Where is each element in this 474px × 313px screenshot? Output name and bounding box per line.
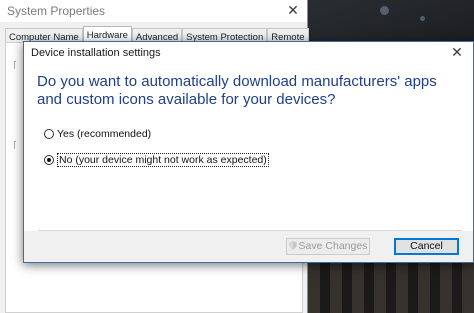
dialog-footer: Save Changes Cancel: [24, 231, 473, 262]
cancel-button[interactable]: Cancel: [394, 238, 459, 255]
radio-yes[interactable]: [44, 129, 54, 139]
uac-shield-icon: [288, 241, 297, 250]
dialog-title: Device installation settings: [31, 47, 161, 59]
dialog-titlebar: Device installation settings ✕: [24, 42, 473, 64]
option-no-label[interactable]: No (your device might not work as expect…: [57, 153, 269, 167]
dialog-question: Do you want to automatically download ma…: [37, 73, 437, 108]
background-light: [380, 6, 389, 15]
group-box-edge: [14, 141, 16, 149]
radio-no[interactable]: [44, 155, 54, 165]
save-changes-label: Save Changes: [298, 240, 368, 252]
close-icon[interactable]: ✕: [449, 44, 465, 60]
option-yes-label[interactable]: Yes (recommended): [57, 128, 151, 140]
option-yes[interactable]: Yes (recommended): [44, 128, 151, 140]
background-light: [420, 16, 425, 21]
system-properties-titlebar: System Properties ✕: [0, 0, 307, 22]
option-no[interactable]: No (your device might not work as expect…: [44, 153, 269, 167]
save-changes-button[interactable]: Save Changes: [286, 238, 370, 255]
system-properties-title: System Properties: [7, 4, 106, 18]
background-film-strip: [308, 262, 474, 313]
group-box-edge: [14, 61, 16, 69]
close-icon[interactable]: ✕: [285, 2, 301, 18]
device-installation-settings-dialog: Device installation settings ✕ Do you wa…: [23, 41, 474, 263]
